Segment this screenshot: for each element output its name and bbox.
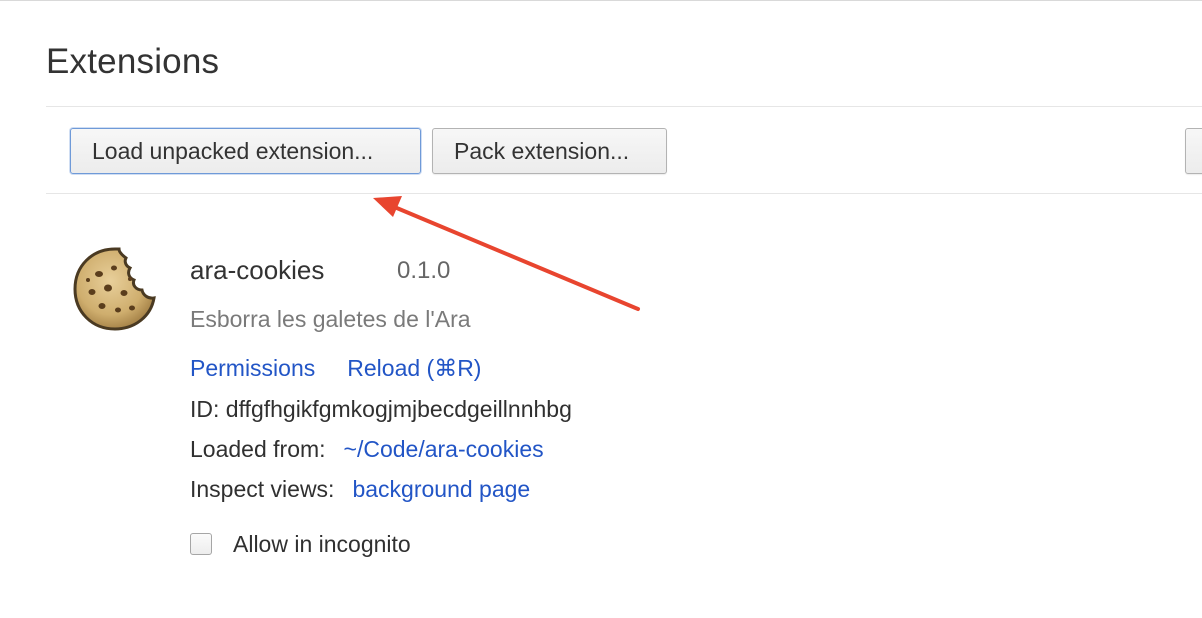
loaded-from-row: Loaded from: ~/Code/ara-cookies	[190, 433, 544, 465]
allow-incognito-checkbox[interactable]	[190, 533, 212, 555]
toolbar-divider	[46, 193, 1202, 194]
permissions-link[interactable]: Permissions	[190, 355, 315, 381]
pack-extension-button[interactable]: Pack extension...	[432, 128, 667, 174]
loaded-from-link[interactable]: ~/Code/ara-cookies	[344, 436, 544, 462]
loaded-from-label: Loaded from:	[190, 436, 326, 462]
id-label: ID:	[190, 396, 220, 422]
incognito-option[interactable]: Allow in incognito	[190, 530, 411, 558]
extensions-page: Extensions Load unpacked extension... Pa…	[0, 0, 1202, 618]
id-value: dffgfhgikfgmkogjmjbecdgeillnnhbg	[225, 396, 572, 422]
inspect-views-row: Inspect views: background page	[190, 473, 530, 505]
header-divider	[46, 106, 1202, 107]
extension-links: Permissions Reload (⌘R)	[190, 352, 481, 384]
reload-link[interactable]: Reload (⌘R)	[347, 355, 481, 381]
background-page-link[interactable]: background page	[352, 476, 530, 502]
extension-description: Esborra les galetes de l'Ara	[190, 306, 471, 332]
update-extensions-button[interactable]	[1185, 128, 1202, 174]
top-divider	[0, 0, 1202, 1]
annotation-arrow-icon	[373, 196, 640, 311]
load-unpacked-button[interactable]: Load unpacked extension...	[70, 128, 421, 174]
page-title: Extensions	[46, 42, 220, 81]
extension-id-row: ID: dffgfhgikfgmkogjmjbecdgeillnnhbg	[190, 393, 572, 425]
extension-name: ara-cookies	[190, 255, 325, 285]
allow-incognito-label: Allow in incognito	[233, 531, 411, 557]
inspect-views-label: Inspect views:	[190, 476, 335, 502]
cookie-icon	[73, 247, 156, 331]
extension-version: 0.1.0	[397, 257, 451, 284]
